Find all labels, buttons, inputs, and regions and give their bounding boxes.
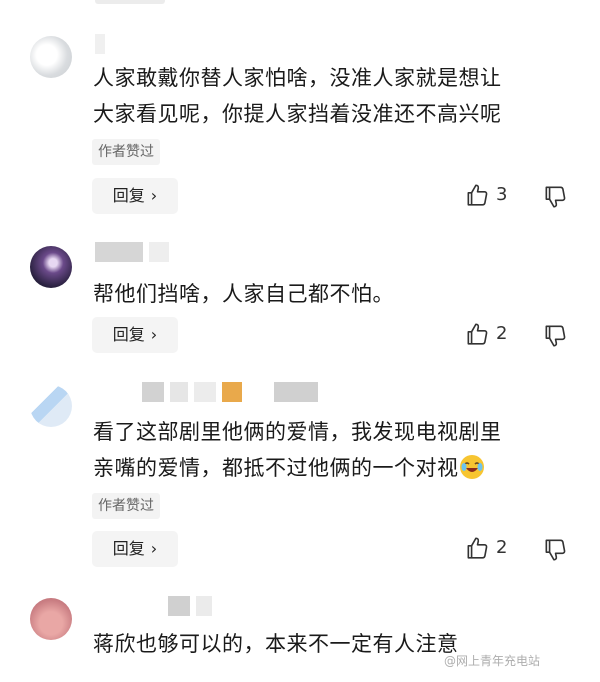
username-blurred[interactable] bbox=[95, 242, 175, 262]
watermark: @网上青年充电站 bbox=[444, 654, 541, 668]
chevron-right-icon: › bbox=[150, 186, 158, 205]
avatar[interactable] bbox=[30, 246, 72, 288]
thumb-down-icon[interactable] bbox=[542, 323, 568, 349]
avatar[interactable] bbox=[30, 36, 72, 78]
like-count: 2 bbox=[496, 537, 508, 558]
chevron-right-icon: › bbox=[150, 325, 158, 344]
reply-label: 回复 bbox=[112, 539, 145, 558]
reply-button[interactable]: 回复 › bbox=[92, 178, 178, 214]
reply-button[interactable]: 回复 › bbox=[92, 531, 178, 567]
avatar[interactable] bbox=[30, 598, 72, 640]
username-blurred[interactable] bbox=[142, 382, 324, 402]
comment-text: 帮他们挡啥，人家自己都不怕。 bbox=[93, 276, 573, 312]
comment-line: 亲嘴的爱情，都抵不过他俩的一个对视 bbox=[93, 450, 573, 486]
laughing-crying-emoji bbox=[459, 455, 484, 479]
author-liked-badge: 作者赞过 bbox=[92, 493, 160, 519]
username-blurred[interactable] bbox=[168, 596, 218, 616]
thumb-up-icon[interactable] bbox=[464, 535, 490, 561]
reply-button[interactable]: 回复 › bbox=[92, 317, 178, 353]
comment-line: 大家看见呢，你提人家挡着没准还不高兴呢 bbox=[93, 102, 502, 126]
comment-line-text: 亲嘴的爱情，都抵不过他俩的一个对视 bbox=[93, 456, 459, 480]
blurred-username-top bbox=[95, 0, 165, 4]
thumb-up-icon[interactable] bbox=[464, 182, 490, 208]
author-liked-badge: 作者赞过 bbox=[92, 139, 160, 165]
reply-label: 回复 bbox=[112, 186, 145, 205]
comment-line: 看了这部剧里他俩的爱情，我发现电视剧里 bbox=[93, 420, 502, 444]
thumb-down-icon[interactable] bbox=[542, 184, 568, 210]
like-count: 2 bbox=[496, 323, 508, 344]
reply-label: 回复 bbox=[112, 325, 145, 344]
comment-text: 看了这部剧里他俩的爱情，我发现电视剧里 亲嘴的爱情，都抵不过他俩的一个对视 bbox=[93, 414, 573, 486]
thumb-down-icon[interactable] bbox=[542, 537, 568, 563]
comment-text: 人家敢戴你替人家怕啥，没准人家就是想让 大家看见呢，你提人家挡着没准还不高兴呢 bbox=[93, 60, 573, 132]
username-blurred[interactable] bbox=[95, 34, 111, 54]
like-count: 3 bbox=[496, 184, 508, 205]
thumb-up-icon[interactable] bbox=[464, 321, 490, 347]
comment-line: 帮他们挡啥，人家自己都不怕。 bbox=[93, 282, 394, 306]
comment-line: 人家敢戴你替人家怕啥，没准人家就是想让 bbox=[93, 66, 502, 90]
avatar[interactable] bbox=[30, 385, 72, 427]
chevron-right-icon: › bbox=[150, 539, 158, 558]
